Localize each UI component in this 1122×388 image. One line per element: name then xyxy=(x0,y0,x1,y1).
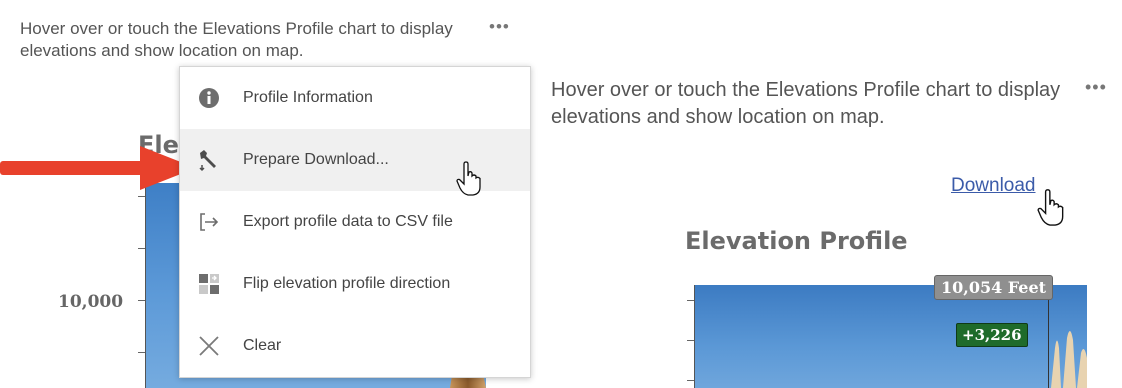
left-y-tick xyxy=(138,352,145,353)
red-arrow-annotation xyxy=(0,146,196,190)
menu-item-clear[interactable]: Clear xyxy=(180,315,530,377)
menu-item-profile-information[interactable]: Profile Information xyxy=(180,67,530,129)
right-y-tick xyxy=(687,300,694,301)
screenshot-stage: Hover over or touch the Elevations Profi… xyxy=(0,0,1122,388)
menu-item-label: Clear xyxy=(243,337,282,354)
wrench-icon xyxy=(196,147,222,173)
flip-icon xyxy=(196,271,222,297)
left-y-tick xyxy=(138,248,145,249)
download-link[interactable]: Download xyxy=(951,175,1036,197)
right-elevation-panel: Hover over or touch the Elevations Profi… xyxy=(545,0,1122,388)
left-y-axis xyxy=(145,183,146,388)
elevation-gain-badge: +3,226 xyxy=(956,323,1028,347)
right-y-tick xyxy=(687,380,694,381)
hand-pointer-icon xyxy=(456,161,481,196)
right-chart-plot-area[interactable] xyxy=(695,285,1087,388)
left-instructions-text: Hover over or touch the Elevations Profi… xyxy=(20,19,453,60)
export-icon xyxy=(196,209,222,235)
elevation-peaks-shape xyxy=(1051,330,1087,388)
right-y-tick xyxy=(687,340,694,341)
menu-item-label: Profile Information xyxy=(243,89,373,106)
left-y-tick-label: 10,000 xyxy=(58,292,124,312)
left-y-tick xyxy=(138,196,145,197)
elevation-tooltip: 10,054 Feet xyxy=(934,275,1054,300)
right-instructions-text: Hover over or touch the Elevations Profi… xyxy=(551,79,1061,128)
menu-item-label: Flip elevation profile direction xyxy=(243,275,451,292)
right-y-axis xyxy=(694,285,695,388)
close-icon xyxy=(196,333,222,359)
left-y-tick xyxy=(138,300,145,301)
info-circle-icon xyxy=(196,85,222,111)
more-horizontal-icon[interactable]: ••• xyxy=(489,17,510,37)
elevation-context-menu: Profile Information Prepare Download... … xyxy=(179,66,531,378)
menu-item-label: Export profile data to CSV file xyxy=(243,213,453,230)
menu-item-export-csv[interactable]: Export profile data to CSV file xyxy=(180,191,530,253)
hand-pointer-icon xyxy=(1037,189,1064,226)
hover-position-line xyxy=(1048,296,1049,388)
menu-item-flip-direction[interactable]: Flip elevation profile direction xyxy=(180,253,530,315)
menu-item-label: Prepare Download... xyxy=(243,151,389,168)
more-horizontal-icon[interactable]: ••• xyxy=(1085,77,1107,98)
right-chart-title: Elevation Profile xyxy=(685,227,908,255)
